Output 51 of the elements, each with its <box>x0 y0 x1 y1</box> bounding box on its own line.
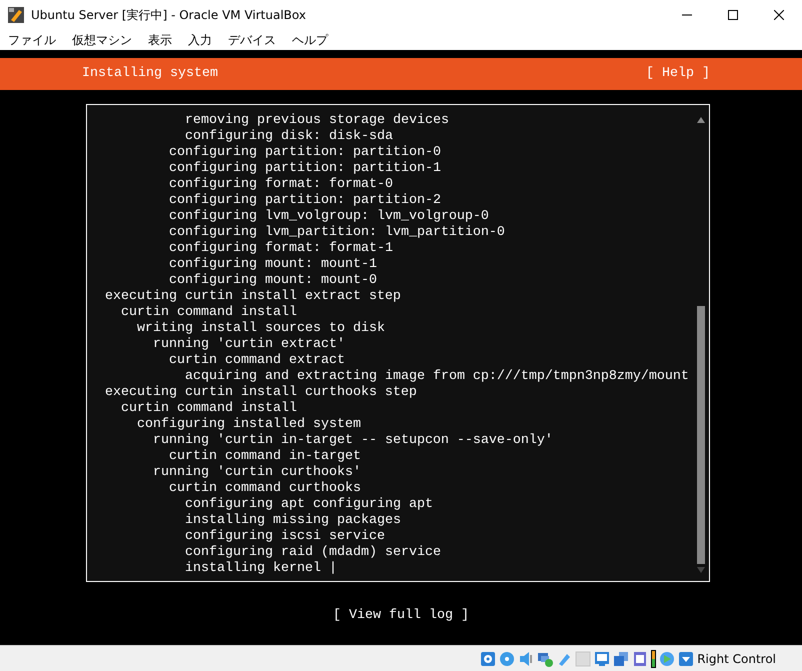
window-title: Ubuntu Server [実行中] - Oracle VM VirtualBox <box>31 7 306 24</box>
log-line: curtin command install <box>121 401 297 416</box>
log-line: configuring partition: partition-1 <box>169 161 441 176</box>
help-button[interactable]: [ Help ] <box>646 64 710 84</box>
log-line: configuring apt configuring apt <box>185 497 433 512</box>
menu-item[interactable]: デバイス <box>220 30 284 50</box>
log-line: curtin command curthooks <box>169 481 361 496</box>
log-line: curtin command in-target <box>169 449 361 464</box>
log-line: executing curtin install curthooks step <box>105 385 417 400</box>
log-line: configuring disk: disk-sda <box>185 129 393 144</box>
log-line: removing previous storage devices <box>185 113 449 128</box>
log-line: configuring format: format-1 <box>169 241 393 256</box>
log-line: configuring installed system <box>137 417 361 432</box>
log-line: curtin command extract <box>169 353 345 368</box>
menu-item[interactable]: 入力 <box>180 30 220 50</box>
log-line: configuring mount: mount-1 <box>169 257 377 272</box>
windows-icon[interactable] <box>613 650 630 666</box>
log-line: configuring lvm_partition: lvm_partition-0 <box>169 225 505 240</box>
log-line: configuring lvm_volgroup: lvm_volgroup-0 <box>169 209 489 224</box>
log-line: configuring raid (mdadm) service <box>185 545 441 560</box>
log-line: configuring partition: partition-0 <box>169 145 441 160</box>
screen-title: Installing system <box>82 65 218 83</box>
scrollbar-thumb[interactable] <box>697 306 705 564</box>
menu-item[interactable]: 表示 <box>140 30 180 50</box>
menu-item[interactable]: ファイル <box>0 30 64 50</box>
log-line: running 'curtin extract' <box>153 337 345 352</box>
log-line: writing install sources to disk <box>137 321 385 336</box>
view-full-log-button[interactable]: [ View full log ] <box>333 606 469 626</box>
log-line: configuring iscsi service <box>185 529 385 544</box>
log-line: installing missing packages <box>185 513 401 528</box>
scroll-up-icon[interactable] <box>697 117 705 123</box>
disc-icon[interactable] <box>499 650 516 666</box>
log-line: running 'curtin in-target -- setupcon --save-only' <box>153 433 553 448</box>
app-icon <box>7 6 25 24</box>
host-key-label: Right Control <box>697 650 776 668</box>
log-line: installing kernel | <box>185 561 337 576</box>
log-line: configuring partition: partition-2 <box>169 193 441 208</box>
monitor-icon[interactable] <box>594 650 610 666</box>
menu-item[interactable]: ヘルプ <box>284 30 336 50</box>
log-line: configuring format: format-0 <box>169 177 393 192</box>
log-line: curtin command install <box>121 305 297 320</box>
log-line: configuring mount: mount-0 <box>169 273 377 288</box>
log-line: acquiring and extracting image from cp:///tmp/tmpn3np8zmy/mount <box>185 369 689 384</box>
log-line: executing curtin install extract step <box>105 289 401 304</box>
maximize-icon <box>728 10 738 20</box>
meter-icon <box>651 650 656 668</box>
menu-item[interactable]: 仮想マシン <box>64 30 140 50</box>
speaker-icon[interactable] <box>518 650 534 666</box>
network-icon[interactable] <box>537 650 554 666</box>
close-icon <box>774 10 784 20</box>
log-line: running 'curtin curthooks' <box>153 465 361 480</box>
